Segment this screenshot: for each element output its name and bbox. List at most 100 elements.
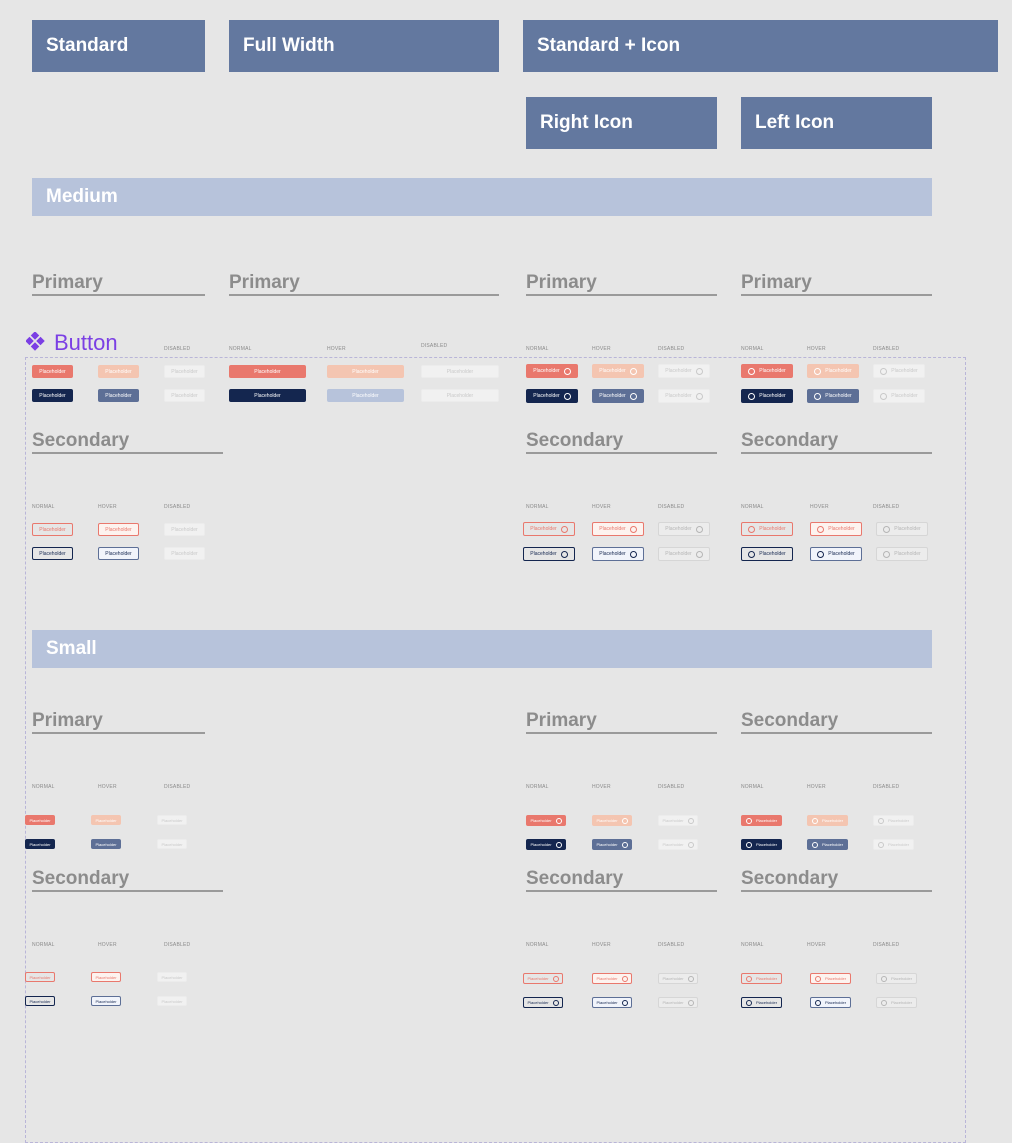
- small-secondary-button-disabled[interactable]: Placeholder: [157, 972, 187, 982]
- full-width-button[interactable]: Placeholder: [229, 365, 306, 378]
- small-left-icon-button-hover[interactable]: Placeholder: [807, 815, 848, 826]
- primary-dark-button[interactable]: Placeholder: [32, 389, 73, 402]
- small-secondary-button[interactable]: Placeholder: [25, 972, 55, 982]
- small-right-icon-button-hover[interactable]: Placeholder: [592, 815, 632, 826]
- circle-icon: [877, 817, 884, 824]
- circle-icon: [811, 817, 818, 824]
- secondary-left-icon-button-disabled[interactable]: Placeholder: [876, 522, 928, 536]
- right-icon-button-hover[interactable]: Placeholder: [592, 364, 644, 378]
- secondary-left-icon-dark-button[interactable]: Placeholder: [741, 547, 793, 561]
- small-secondary-left-icon-button-hover[interactable]: Placeholder: [810, 973, 851, 984]
- secondary-button[interactable]: Placeholder: [32, 523, 73, 536]
- button-label: Placeholder: [825, 393, 852, 399]
- secondary-dark-button-hover[interactable]: Placeholder: [98, 547, 139, 560]
- right-icon-dark-button-disabled[interactable]: Placeholder: [658, 389, 710, 403]
- left-icon-button-disabled[interactable]: Placeholder: [873, 364, 925, 378]
- small-left-icon-dark-button[interactable]: Placeholder: [741, 839, 782, 850]
- size-bar-medium: Medium: [32, 178, 932, 216]
- secondary-right-icon-button-hover[interactable]: Placeholder: [592, 522, 644, 536]
- small-secondary-left-icon-dark-button[interactable]: Placeholder: [741, 997, 782, 1008]
- small-primary-button-hover[interactable]: Placeholder: [91, 815, 121, 825]
- small-right-icon-button[interactable]: Placeholder: [526, 815, 566, 826]
- secondary-button-disabled[interactable]: Placeholder: [164, 523, 205, 536]
- button-label: Placeholder: [759, 551, 786, 557]
- circle-icon: [814, 392, 822, 400]
- state-label-hover: HOVER: [98, 504, 117, 510]
- state-label-normal: NORMAL: [741, 346, 764, 352]
- right-icon-dark-button[interactable]: Placeholder: [526, 389, 578, 403]
- small-right-icon-dark-button[interactable]: Placeholder: [526, 839, 566, 850]
- button-label: Placeholder: [662, 976, 684, 981]
- secondary-right-icon-button[interactable]: Placeholder: [523, 522, 575, 536]
- small-left-icon-button[interactable]: Placeholder: [741, 815, 782, 826]
- button-label: Placeholder: [759, 368, 786, 374]
- primary-button-disabled[interactable]: Placeholder: [164, 365, 205, 378]
- circle-icon: [880, 367, 888, 375]
- small-secondary-right-icon-dark-button[interactable]: Placeholder: [523, 997, 563, 1008]
- small-secondary-left-icon-button[interactable]: Placeholder: [741, 973, 782, 984]
- secondary-left-icon-button-hover[interactable]: Placeholder: [810, 522, 862, 536]
- state-label-disabled: DISABLED: [164, 346, 191, 352]
- small-secondary-right-icon-dark-button-disabled[interactable]: Placeholder: [658, 997, 698, 1008]
- small-secondary-right-icon-button-hover[interactable]: Placeholder: [592, 973, 632, 984]
- small-secondary-left-icon-button-disabled[interactable]: Placeholder: [876, 973, 917, 984]
- small-secondary-dark-button[interactable]: Placeholder: [25, 996, 55, 1006]
- secondary-left-icon-button[interactable]: Placeholder: [741, 522, 793, 536]
- variant-label: Full Width: [243, 35, 335, 56]
- variant-standard-icon: Standard + Icon: [523, 20, 998, 72]
- secondary-dark-button-disabled[interactable]: Placeholder: [164, 547, 205, 560]
- full-width-button-hover[interactable]: Placeholder: [327, 365, 404, 378]
- secondary-left-icon-dark-button-hover[interactable]: Placeholder: [810, 547, 862, 561]
- secondary-button-hover[interactable]: Placeholder: [98, 523, 139, 536]
- circle-icon: [880, 392, 888, 400]
- secondary-right-icon-dark-button-disabled[interactable]: Placeholder: [658, 547, 710, 561]
- left-icon-button[interactable]: Placeholder: [741, 364, 793, 378]
- small-right-icon-button-disabled[interactable]: Placeholder: [658, 815, 698, 826]
- small-secondary-left-icon-dark-button-hover[interactable]: Placeholder: [810, 997, 851, 1008]
- small-primary-button-disabled[interactable]: Placeholder: [157, 815, 187, 825]
- small-primary-button[interactable]: Placeholder: [25, 815, 55, 825]
- secondary-dark-button[interactable]: Placeholder: [32, 547, 73, 560]
- primary-dark-button-hover[interactable]: Placeholder: [98, 389, 139, 402]
- small-secondary-button-hover[interactable]: Placeholder: [91, 972, 121, 982]
- small-primary-dark-button-hover[interactable]: Placeholder: [91, 839, 121, 849]
- secondary-right-icon-dark-button[interactable]: Placeholder: [523, 547, 575, 561]
- circle-icon: [629, 525, 637, 533]
- button-label: Placeholder: [665, 368, 692, 374]
- small-left-icon-button-disabled[interactable]: Placeholder: [873, 815, 914, 826]
- right-icon-button[interactable]: Placeholder: [526, 364, 578, 378]
- secondary-left-icon-dark-button-disabled[interactable]: Placeholder: [876, 547, 928, 561]
- small-secondary-right-icon-dark-button-hover[interactable]: Placeholder: [592, 997, 632, 1008]
- full-width-button-disabled[interactable]: Placeholder: [421, 365, 499, 378]
- primary-button-hover[interactable]: Placeholder: [98, 365, 139, 378]
- small-primary-dark-button[interactable]: Placeholder: [25, 839, 55, 849]
- variant-label: Left Icon: [755, 112, 835, 133]
- left-icon-dark-button-disabled[interactable]: Placeholder: [873, 389, 925, 403]
- small-right-icon-dark-button-disabled[interactable]: Placeholder: [658, 839, 698, 850]
- right-icon-dark-button-hover[interactable]: Placeholder: [592, 389, 644, 403]
- circle-icon: [695, 367, 703, 375]
- left-icon-dark-button-hover[interactable]: Placeholder: [807, 389, 859, 403]
- small-primary-dark-button-disabled[interactable]: Placeholder: [157, 839, 187, 849]
- small-secondary-right-icon-button[interactable]: Placeholder: [523, 973, 563, 984]
- small-left-icon-dark-button-hover[interactable]: Placeholder: [807, 839, 848, 850]
- heading-secondary: Secondary: [741, 868, 932, 892]
- left-icon-button-hover[interactable]: Placeholder: [807, 364, 859, 378]
- small-right-icon-dark-button-hover[interactable]: Placeholder: [592, 839, 632, 850]
- left-icon-dark-button[interactable]: Placeholder: [741, 389, 793, 403]
- primary-button[interactable]: Placeholder: [32, 365, 73, 378]
- full-width-dark-button[interactable]: Placeholder: [229, 389, 306, 402]
- button-label: Placeholder: [890, 1000, 913, 1005]
- heading-secondary: Secondary: [32, 868, 223, 892]
- full-width-dark-button-disabled[interactable]: Placeholder: [421, 389, 499, 402]
- small-secondary-dark-button-disabled[interactable]: Placeholder: [157, 996, 187, 1006]
- secondary-right-icon-dark-button-hover[interactable]: Placeholder: [592, 547, 644, 561]
- right-icon-button-disabled[interactable]: Placeholder: [658, 364, 710, 378]
- small-secondary-dark-button-hover[interactable]: Placeholder: [91, 996, 121, 1006]
- small-secondary-right-icon-button-disabled[interactable]: Placeholder: [658, 973, 698, 984]
- primary-dark-button-disabled[interactable]: Placeholder: [164, 389, 205, 402]
- small-left-icon-dark-button-disabled[interactable]: Placeholder: [873, 839, 914, 850]
- secondary-right-icon-button-disabled[interactable]: Placeholder: [658, 522, 710, 536]
- full-width-dark-button-hover[interactable]: Placeholder: [327, 389, 404, 402]
- small-secondary-left-icon-dark-button-disabled[interactable]: Placeholder: [876, 997, 917, 1008]
